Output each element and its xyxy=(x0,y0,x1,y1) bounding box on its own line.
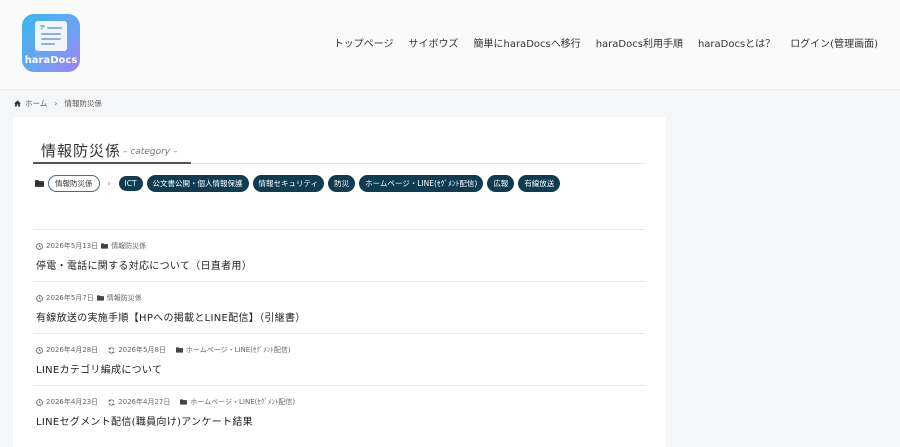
tag-homepage-line[interactable]: ホームページ・LINE(ｾｸﾞﾒﾝﾄ配信) xyxy=(359,175,484,192)
post-date: 2026年5月13日 xyxy=(46,242,99,250)
post-category[interactable]: 情報防災係 xyxy=(107,293,142,303)
tag-ict[interactable]: ICT xyxy=(118,176,143,191)
category-tags: 情報防災係 › ICT 公文書公開・個人情報保護 情報セキュリティ 防災 ホーム… xyxy=(35,175,561,192)
chevron-right-icon: › xyxy=(54,99,58,108)
site-header: ✓ haraDocs トップページ サイボウズ 簡単にharaDocsへ移行 h… xyxy=(0,0,900,90)
page-subtitle: – category – xyxy=(123,147,178,157)
post-title[interactable]: 停電・電話に関する対応について（日直者用） xyxy=(36,257,252,272)
post-date: 2026年4月28日 xyxy=(46,346,99,354)
post-category[interactable]: 情報防災係 xyxy=(111,241,146,251)
breadcrumb-current: 情報防災係 xyxy=(64,99,102,108)
nav-item-migrate[interactable]: 簡単にharaDocsへ移行 xyxy=(473,35,580,50)
breadcrumb: ホーム › 情報防災係 xyxy=(14,98,102,109)
breadcrumb-home[interactable]: ホーム xyxy=(25,98,47,109)
folder-icon xyxy=(101,243,109,249)
document-icon: ✓ xyxy=(35,21,67,51)
clock-icon xyxy=(36,346,43,354)
refresh-icon xyxy=(108,346,115,354)
tag-broadcast[interactable]: 有線放送 xyxy=(518,175,561,192)
post-meta: 2026年4月23日 2026年4月27日 ホームページ・LINE(ｾｸﾞﾒﾝﾄ… xyxy=(36,397,295,407)
home-icon xyxy=(14,100,21,107)
nav-item-login[interactable]: ログイン(管理画面) xyxy=(790,35,878,50)
category-card: 情報防災係 – category – 情報防災係 › ICT 公文書公開・個人情… xyxy=(13,117,666,447)
post-title[interactable]: LINEカテゴリ編成について xyxy=(36,361,162,376)
current-category-tag[interactable]: 情報防災係 xyxy=(48,175,100,192)
clock-icon xyxy=(36,398,43,406)
nav-item-howto[interactable]: haraDocs利用手順 xyxy=(596,35,683,50)
post-list: 2026年5月13日 情報防災係 停電・電話に関する対応について（日直者用） 2… xyxy=(33,229,645,437)
folder-icon xyxy=(180,399,188,405)
post-category[interactable]: ホームページ・LINE(ｾｸﾞﾒﾝﾄ配信) xyxy=(186,345,291,355)
clock-icon xyxy=(36,294,43,302)
nav-item-top[interactable]: トップページ xyxy=(334,35,394,50)
tag-public-docs[interactable]: 公文書公開・個人情報保護 xyxy=(146,175,249,192)
nav-item-about[interactable]: haraDocsとは？ xyxy=(698,35,775,50)
post-item[interactable]: 2026年4月23日 2026年4月27日 ホームページ・LINE(ｾｸﾞﾒﾝﾄ… xyxy=(33,385,645,437)
post-item[interactable]: 2026年5月13日 情報防災係 停電・電話に関する対応について（日直者用） xyxy=(33,229,645,281)
category-title-bar: 情報防災係 – category – xyxy=(33,140,645,164)
tag-disaster[interactable]: 防災 xyxy=(328,175,356,192)
post-title[interactable]: 有線放送の実施手順【HPへの掲載とLINE配信】（引継書） xyxy=(36,309,306,324)
tag-pr[interactable]: 広報 xyxy=(487,175,515,192)
post-item[interactable]: 2026年5月7日 情報防災係 有線放送の実施手順【HPへの掲載とLINE配信】… xyxy=(33,281,645,333)
logo-text: haraDocs xyxy=(24,55,78,66)
post-meta: 2026年4月28日 2026年5月8日 ホームページ・LINE(ｾｸﾞﾒﾝﾄ配… xyxy=(36,345,291,355)
site-logo[interactable]: ✓ haraDocs xyxy=(22,14,80,72)
chevron-right-icon: › xyxy=(107,179,111,188)
refresh-icon xyxy=(108,398,115,406)
post-title[interactable]: LINEセグメント配信(職員向け)アンケート結果 xyxy=(36,413,253,428)
folder-icon xyxy=(96,295,104,301)
title-underline xyxy=(33,162,191,164)
post-date: 2026年4月23日 xyxy=(46,398,99,406)
post-meta: 2026年5月13日 情報防災係 xyxy=(36,241,146,251)
post-category[interactable]: ホームページ・LINE(ｾｸﾞﾒﾝﾄ配信) xyxy=(190,397,295,407)
folder-icon xyxy=(35,180,44,187)
post-date: 2026年5月7日 xyxy=(46,294,94,302)
post-meta: 2026年5月7日 情報防災係 xyxy=(36,293,142,303)
post-updated: 2026年5月8日 xyxy=(118,346,166,354)
main-nav: トップページ サイボウズ 簡単にharaDocsへ移行 haraDocs利用手順… xyxy=(334,35,878,50)
post-item[interactable]: 2026年4月28日 2026年5月8日 ホームページ・LINE(ｾｸﾞﾒﾝﾄ配… xyxy=(33,333,645,385)
post-updated: 2026年4月27日 xyxy=(118,398,171,406)
page-title: 情報防災係 xyxy=(41,142,122,160)
check-icon: ✓ xyxy=(40,25,46,32)
clock-icon xyxy=(36,242,43,250)
folder-icon xyxy=(175,347,183,353)
tag-security[interactable]: 情報セキュリティ xyxy=(252,175,325,192)
nav-item-cybozu[interactable]: サイボウズ xyxy=(408,35,458,50)
